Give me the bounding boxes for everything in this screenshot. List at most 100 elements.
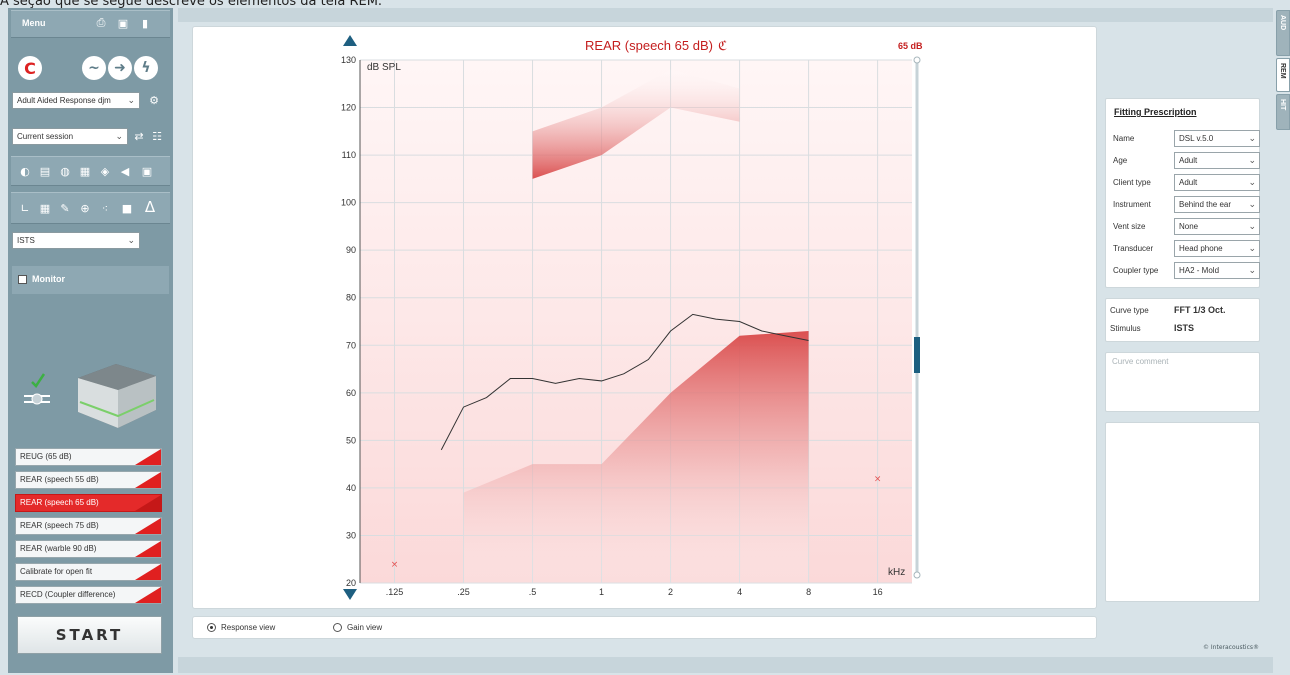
fitting-prescription-panel: Fitting Prescription Name DSL v.5.0 ⌄ Age Ad… (1105, 98, 1260, 288)
menu-button[interactable]: Menu (22, 18, 46, 28)
wave-icon[interactable]: ~ (82, 56, 106, 80)
ear-icon[interactable]: C (18, 56, 42, 80)
camera-icon[interactable]: ▣ (140, 164, 154, 178)
side-tab-rem-label: REM (1279, 63, 1286, 79)
lightning-icon[interactable]: ϟ (134, 56, 158, 80)
note-icon[interactable]: ▤ (38, 164, 52, 178)
curve-info-value: ISTS (1174, 323, 1195, 333)
x-tick-label: 2 (668, 587, 673, 597)
fitting-row-dropdown[interactable]: None ⌄ (1174, 218, 1260, 235)
arrow-right-icon[interactable]: ➜ (108, 56, 132, 80)
bottom-strip (178, 657, 1273, 673)
x-axis-label: kHz (888, 567, 905, 578)
curve-button[interactable]: REAR (speech 55 dB) (15, 471, 162, 489)
y-tick-label: 110 (342, 150, 356, 160)
fitting-row: Name DSL v.5.0 ⌄ (1112, 129, 1260, 149)
fitting-row: Age Adult ⌄ (1112, 151, 1260, 171)
curve-button[interactable]: Calibrate for open fit (15, 563, 162, 581)
info-panel (1105, 422, 1260, 602)
monitor-checkbox[interactable] (18, 275, 27, 284)
scroll-up-arrow[interactable] (343, 35, 357, 46)
delta-icon[interactable]: Δ (142, 198, 158, 216)
curve-info-label: Curve type (1110, 306, 1149, 315)
speaker-icon[interactable]: ◀ (118, 164, 132, 178)
save-icon[interactable]: ▣ (116, 16, 130, 30)
fitting-row-dropdown[interactable]: DSL v.5.0 ⌄ (1174, 130, 1260, 147)
ear-outline-icon[interactable]: ◐ (18, 164, 32, 178)
curve-comment-box[interactable]: Curve comment (1105, 352, 1260, 412)
x-tick-label: 8 (806, 587, 811, 597)
curve-info-panel: Curve type FFT 1/3 Oct. Stimulus ISTS (1105, 298, 1260, 342)
fitting-row-dropdown[interactable]: Behind the ear ⌄ (1174, 196, 1260, 213)
curve-button[interactable]: REUG (65 dB) (15, 448, 162, 466)
gain-view-label: Gain view (347, 623, 383, 632)
fitting-row-dropdown[interactable]: Head phone ⌄ (1174, 240, 1260, 257)
chevron-down-icon: ⌄ (1248, 243, 1256, 253)
y-tick-label: 130 (341, 55, 356, 65)
gain-view-dot[interactable] (333, 623, 342, 632)
target-marker: × (391, 560, 399, 570)
fitting-row: Transducer Head phone ⌄ (1112, 239, 1260, 259)
gain-view-radio[interactable]: Gain view (333, 623, 382, 632)
grid-icon[interactable]: ▦ (38, 201, 52, 215)
x-tick-label: .125 (386, 587, 404, 597)
chart-title: REAR (speech 65 dB) (585, 38, 713, 53)
level-slider-top[interactable] (913, 56, 921, 64)
fitting-row: Client type Adult ⌄ (1112, 173, 1260, 193)
layers-icon[interactable]: ◈ (98, 164, 112, 178)
level-slider-handle[interactable] (914, 337, 920, 373)
y-tick-label: 120 (341, 103, 356, 113)
print-icon[interactable]: ⎙ (94, 16, 108, 30)
response-view-radio[interactable]: Response view (207, 623, 275, 632)
square-icon[interactable]: ■ (120, 201, 134, 215)
start-button[interactable]: START (17, 616, 162, 654)
session-select[interactable]: Current session ⌄ (12, 128, 128, 145)
session-list-icon[interactable]: ☷ (150, 128, 164, 144)
curve-info-value: FFT 1/3 Oct. (1174, 305, 1226, 315)
curve-button[interactable]: RECD (Coupler difference) (15, 586, 162, 604)
settings-icon[interactable]: ⚙ (146, 92, 162, 108)
fitting-row-label: Age (1113, 156, 1128, 165)
monitor-toggle[interactable]: Monitor (12, 266, 169, 294)
side-tab-hit[interactable]: HIT (1276, 94, 1290, 130)
fitting-row-value: DSL v.5.0 (1179, 134, 1214, 143)
fitting-prescription-title: Fitting Prescription (1114, 107, 1197, 117)
y-tick-label: 80 (346, 293, 356, 303)
y-tick-label: 20 (346, 578, 356, 588)
side-tab-aud[interactable]: AUD (1276, 10, 1290, 56)
graph-panel: × × 20 30 40 50 60 70 80 90 100 110 120 130 .125 .25 .5… (192, 26, 1097, 609)
rem-screen: A seção que se segue descreve os element… (0, 0, 1290, 675)
dots-icon[interactable]: ⁖ (98, 201, 112, 215)
curve-info-row: Curve type FFT 1/3 Oct. (1110, 303, 1260, 319)
report-icon[interactable]: ▮ (138, 16, 152, 30)
fitting-row: Instrument Behind the ear ⌄ (1112, 195, 1260, 215)
fitting-row-dropdown[interactable]: HA2 - Mold ⌄ (1174, 262, 1260, 279)
stimulus-select-value: ISTS (17, 236, 35, 245)
scroll-down-arrow[interactable] (343, 589, 357, 600)
protocol-select[interactable]: Adult Aided Response djm ⌄ (12, 92, 140, 109)
side-tab-hit-label: HIT (1279, 99, 1286, 111)
edit-icon[interactable]: ✎ (58, 201, 72, 215)
y-axis-label: dB SPL (367, 62, 401, 73)
curve-button[interactable]: REAR (warble 90 dB) (15, 540, 162, 558)
axis-icon[interactable]: ∟ (18, 201, 32, 215)
response-view-dot[interactable] (207, 623, 216, 632)
table-icon[interactable]: ▦ (78, 164, 92, 178)
chevron-down-icon: ⌄ (1248, 221, 1256, 231)
fitting-row-dropdown[interactable]: Adult ⌄ (1174, 174, 1260, 191)
chevron-down-icon: ⌄ (127, 235, 135, 245)
response-view-label: Response view (221, 623, 276, 632)
curve-button[interactable]: REAR (speech 75 dB) (15, 517, 162, 535)
level-slider-bottom[interactable] (913, 571, 921, 579)
session-add-icon[interactable]: ⇄ (132, 128, 146, 144)
probe-status-icon (24, 373, 50, 405)
side-tab-rem[interactable]: REM (1276, 58, 1290, 92)
rem-chart[interactable]: × × 20 30 40 50 60 70 80 90 100 110 120 130 .125 .25 .5… (193, 27, 1098, 610)
fitting-row-dropdown[interactable]: Adult ⌄ (1174, 152, 1260, 169)
session-select-value: Current session (17, 132, 74, 141)
curve-button[interactable]: REAR (speech 65 dB) (15, 494, 162, 512)
y-tick-label: 100 (341, 198, 356, 208)
stimulus-select[interactable]: ISTS ⌄ (12, 232, 140, 249)
crosshair-icon[interactable]: ⊕ (78, 201, 92, 215)
globe-icon[interactable]: ◍ (58, 164, 72, 178)
